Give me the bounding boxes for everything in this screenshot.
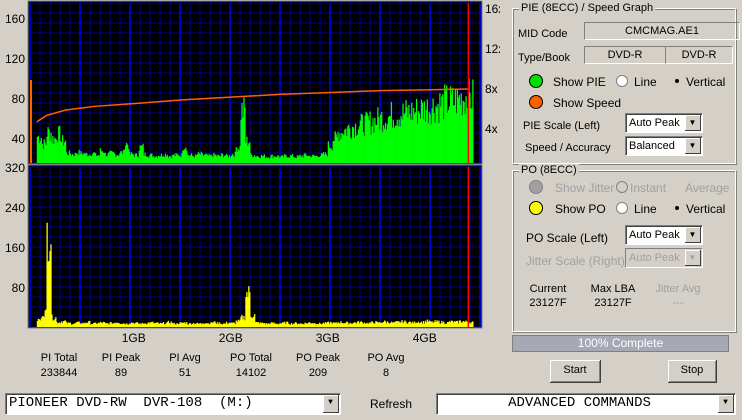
show-po-toggle[interactable]	[529, 201, 543, 215]
x-tick: 2GB	[219, 331, 243, 345]
stat-label: PO Total	[230, 352, 272, 364]
mid-code-label: MID Code	[518, 28, 568, 40]
stat-value: 14102	[235, 367, 267, 379]
drive-select[interactable]: PIONEER DVD-RW DVR-108 (M:) ▼	[5, 393, 341, 415]
pie-bar	[472, 79, 474, 163]
average-label: Average	[685, 181, 730, 195]
po-vertical-label: Vertical	[686, 202, 726, 216]
stat-value: 233844	[40, 367, 78, 379]
chevron-down-icon[interactable]: ▼	[685, 227, 701, 243]
po-line-radio[interactable]	[616, 202, 628, 214]
jitter-avg-label: Jitter Avg	[655, 283, 701, 295]
po-scale-value: Auto Peak	[629, 229, 680, 241]
show-po-label: Show PO	[555, 202, 606, 216]
speed-y-tick: 16x	[485, 2, 500, 16]
stat-value: 89	[114, 367, 128, 379]
pie-scale-value: Auto Peak	[629, 117, 680, 129]
show-jitter-toggle	[529, 180, 543, 194]
book-type-value: DVD-R	[665, 46, 733, 64]
commands-value: ADVANCED COMMANDS	[508, 395, 651, 411]
po-group: PO (8ECC) Show Jitter Instant Average Sh…	[512, 164, 736, 332]
stat-label: PO Peak	[295, 352, 341, 364]
type-book-label: Type/Book	[518, 52, 570, 64]
refresh-link[interactable]: Refresh	[370, 397, 412, 411]
speed-y-tick: 4x	[485, 122, 498, 136]
progress-bar: 100% Complete	[512, 335, 729, 352]
pie-y-tick: 160	[5, 12, 25, 26]
stat-value: 51	[178, 367, 192, 379]
stop-button[interactable]: Stop	[668, 360, 717, 383]
chevron-down-icon: ▼	[685, 250, 701, 266]
show-jitter-label: Show Jitter	[555, 181, 615, 195]
stat-label: PI Total	[40, 352, 78, 364]
start-label: Start	[563, 364, 587, 376]
speed-accuracy-label: Speed / Accuracy	[525, 142, 611, 154]
commands-select[interactable]: ADVANCED COMMANDS ▼	[436, 393, 736, 415]
progress-label: 100% Complete	[577, 336, 664, 350]
x-tick: 1GB	[122, 331, 146, 345]
stat-value: 209	[308, 367, 328, 379]
speed-accuracy-select[interactable]: Balanced ▼	[625, 136, 703, 156]
po-y-tick: 80	[12, 281, 26, 295]
show-pie-toggle[interactable]	[529, 74, 543, 88]
chevron-down-icon[interactable]: ▼	[685, 138, 701, 154]
group-title: PIE (8ECC) / Speed Graph	[519, 2, 656, 14]
pie-y-tick: 80	[12, 92, 26, 106]
speed-y-tick: 12x	[485, 42, 500, 56]
show-speed-toggle[interactable]	[529, 95, 543, 109]
pie-scale-select[interactable]: Auto Peak ▼	[625, 113, 703, 133]
chart-area: 160 120 80 40 16x 12x 8x 4x 320 240 160 80 1GB 2GB 3GB…	[5, 0, 500, 345]
x-tick: 3GB	[316, 331, 340, 345]
jitter-scale-label: Jitter Scale (Right)	[526, 254, 625, 268]
pie-scale-label: PIE Scale (Left)	[523, 120, 601, 132]
jitter-scale-select: Auto Peak ▼	[625, 248, 703, 268]
po-scale-label: PO Scale (Left)	[526, 231, 609, 245]
x-tick: 4GB	[413, 331, 437, 345]
show-speed-label: Show Speed	[553, 96, 622, 110]
chevron-down-icon[interactable]: ▼	[718, 395, 734, 413]
jitter-scale-value: Auto Peak	[629, 252, 680, 264]
chevron-down-icon[interactable]: ▼	[685, 115, 701, 131]
pie-line-label: Line	[634, 75, 657, 89]
disc-type-value: DVD-R	[584, 46, 666, 64]
pie-y-tick: 120	[5, 52, 25, 66]
instant-radio	[616, 181, 628, 193]
drive-value: PIONEER DVD-RW DVR-108 (M:)	[9, 395, 253, 411]
max-lba-label: Max LBA	[590, 283, 636, 295]
po-y-tick: 160	[5, 241, 25, 255]
pie-y-tick: 40	[12, 132, 26, 146]
po-y-tick: 320	[5, 161, 25, 175]
po-vertical-radio[interactable]	[671, 202, 683, 214]
stat-label: PI Peak	[101, 352, 141, 364]
stat-label: PO Avg	[367, 352, 405, 364]
stat-value: 8	[382, 367, 390, 379]
chevron-down-icon[interactable]: ▼	[323, 395, 339, 413]
pie-speed-group: PIE (8ECC) / Speed Graph MID Code CMCMAG…	[512, 2, 740, 164]
max-lba-value: 23127F	[594, 297, 632, 309]
pie-vertical-label: Vertical	[686, 75, 726, 89]
stop-label: Stop	[680, 364, 704, 376]
po-bar	[472, 321, 474, 327]
start-button[interactable]: Start	[550, 360, 601, 383]
mid-code-value: CMCMAG.AE1	[584, 22, 740, 40]
po-scale-select[interactable]: Auto Peak ▼	[625, 225, 703, 245]
po-y-tick: 240	[5, 201, 25, 215]
po-line-label: Line	[634, 202, 657, 216]
pie-line-radio[interactable]	[616, 75, 628, 87]
speed-y-tick: 8x	[485, 82, 498, 96]
speed-accuracy-value: Balanced	[629, 140, 675, 152]
show-pie-label: Show PIE	[553, 75, 606, 89]
group-title: PO (8ECC)	[519, 164, 579, 176]
jitter-avg-value: ---	[672, 297, 684, 309]
instant-label: Instant	[630, 181, 667, 195]
current-label: Current	[529, 283, 567, 295]
pie-vertical-radio[interactable]	[671, 75, 683, 87]
current-value: 23127F	[529, 297, 567, 309]
stat-label: PI Avg	[169, 352, 201, 364]
